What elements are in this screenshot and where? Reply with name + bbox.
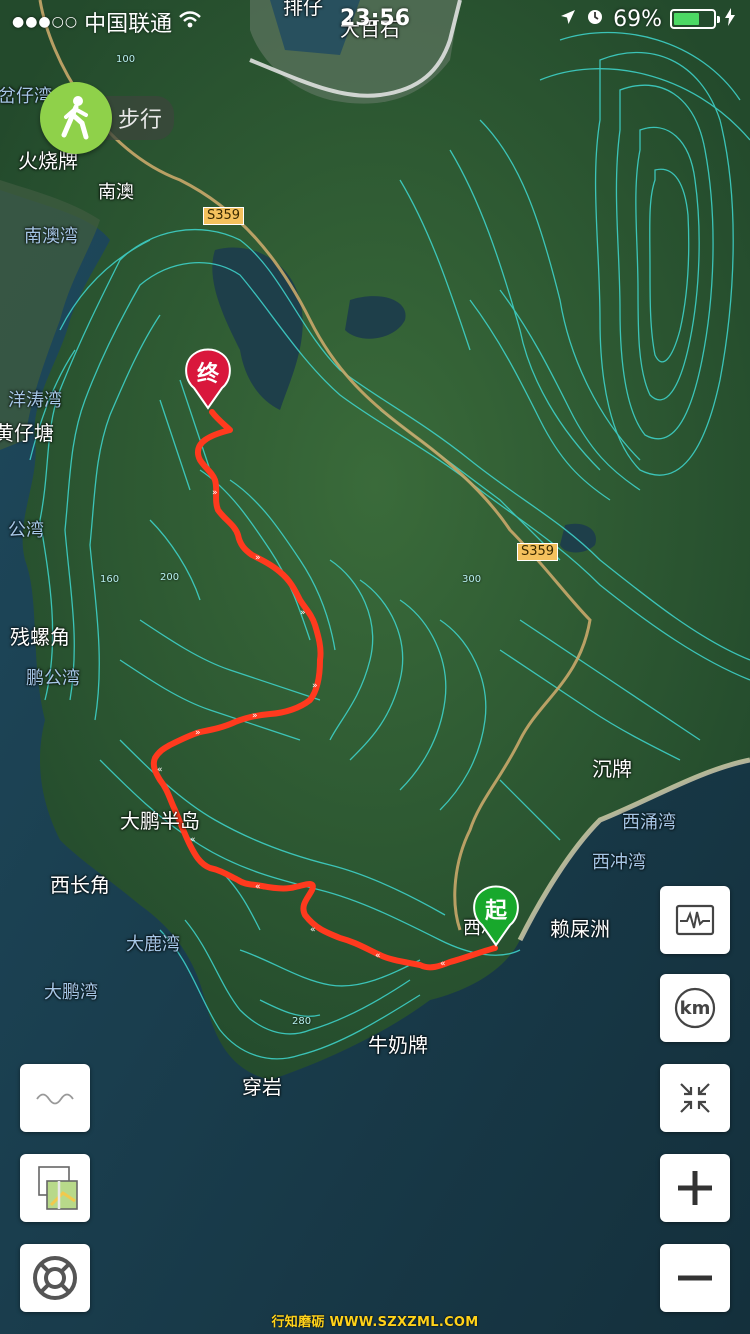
minus-icon <box>678 1275 712 1281</box>
zoom-in-button[interactable] <box>660 1154 730 1222</box>
water-label: 西冲湾 <box>592 852 646 873</box>
status-bar: ●●●○○ 中国联通 23:56 69% <box>0 0 750 40</box>
elevation-label: 280 <box>292 1016 312 1027</box>
water-label: 南澳湾 <box>24 226 78 247</box>
wave-line-icon <box>36 1093 74 1105</box>
water-label: 西涌湾 <box>622 812 676 833</box>
collapse-button[interactable] <box>660 1064 730 1132</box>
water-label: 大鹿湾 <box>126 934 180 955</box>
status-right: 69% <box>559 6 736 32</box>
elevation-label: 100 <box>116 54 136 65</box>
place-label: 赖屎洲 <box>550 917 610 941</box>
elevation-label: 200 <box>160 572 180 583</box>
place-label: 穿岩 <box>242 1075 282 1099</box>
alarm-clock-icon <box>585 6 605 32</box>
site-watermark: 行知磨砺 WWW.SZXZML.COM <box>271 1315 479 1330</box>
place-label: 西长角 <box>50 873 110 897</box>
plus-icon <box>678 1171 712 1205</box>
elevation-label: 300 <box>462 574 482 585</box>
svg-text:»: » <box>312 681 318 691</box>
charging-bolt-icon <box>724 7 736 32</box>
location-arrow-icon <box>559 7 577 32</box>
zoom-out-button[interactable] <box>660 1244 730 1312</box>
unit-label: km <box>679 997 711 1019</box>
road-shield-s359: S359 <box>203 207 245 225</box>
collapse-arrows-icon <box>680 1083 710 1113</box>
unit-toggle-button[interactable]: km <box>660 974 730 1042</box>
end-marker[interactable]: 终 <box>182 348 234 410</box>
place-label: 牛奶牌 <box>368 1033 428 1057</box>
water-label: 公湾 <box>8 520 44 541</box>
locate-target-icon <box>33 1256 77 1300</box>
road-shield-s359: S359 <box>517 543 559 561</box>
svg-text:»: » <box>195 728 201 738</box>
contour-toggle-button[interactable] <box>20 1064 90 1132</box>
start-marker[interactable]: 起 <box>470 885 522 947</box>
svg-text:»: » <box>212 488 218 498</box>
elevation-label: 160 <box>100 574 120 585</box>
start-marker-label: 起 <box>484 899 507 924</box>
end-marker-label: 终 <box>196 362 219 387</box>
battery-percent: 69% <box>613 6 662 32</box>
layer-toggle-button[interactable] <box>20 1154 90 1222</box>
place-label: 南澳 <box>98 182 134 203</box>
elevation-chart-icon <box>675 904 715 936</box>
travel-mode-badge[interactable]: 步行 <box>40 82 175 154</box>
place-label: 残螺角 <box>10 625 70 649</box>
svg-text:»: » <box>252 711 258 721</box>
water-label: 洋涛湾 <box>8 390 62 411</box>
svg-text:»: » <box>300 608 306 618</box>
place-label: 沉牌 <box>592 757 632 781</box>
elevation-profile-button[interactable] <box>660 886 730 954</box>
battery-icon <box>670 9 720 29</box>
place-label: 黄仔塘 <box>0 421 54 445</box>
water-label: 鹏公湾 <box>26 668 80 689</box>
svg-text:«: « <box>157 765 163 775</box>
svg-text:«: « <box>440 959 446 969</box>
place-label: 大鹏半岛 <box>120 809 200 833</box>
satellite-map[interactable]: ««« ««« »»» »»» 排仔 大百石 岔仔湾 火烧牌 南澳 南澳湾 洋涛… <box>0 0 750 1334</box>
water-label: 大鹏湾 <box>44 982 98 1003</box>
svg-text:«: « <box>255 882 261 892</box>
svg-text:«: « <box>310 925 316 935</box>
map-layers-icon <box>38 1166 78 1210</box>
walking-person-icon <box>40 82 112 154</box>
locate-button[interactable] <box>20 1244 90 1312</box>
svg-text:«: « <box>375 951 381 961</box>
svg-text:«: « <box>190 835 196 845</box>
svg-text:»: » <box>255 553 261 563</box>
